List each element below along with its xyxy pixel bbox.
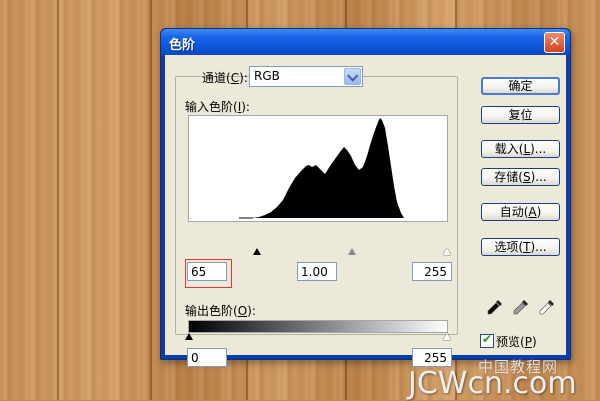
input-gamma-field[interactable]: 1.00	[297, 262, 337, 281]
dropdown-arrow-icon[interactable]	[344, 68, 361, 85]
input-black-field[interactable]: 65	[187, 262, 227, 281]
load-button[interactable]: 载入(L)...	[481, 140, 560, 158]
dialog-title: 色阶	[169, 38, 196, 53]
plank-seam	[57, 0, 59, 400]
channel-select[interactable]: RGB	[249, 66, 363, 87]
input-black-slider[interactable]	[253, 248, 261, 255]
save-button[interactable]: 存储(S)...	[481, 168, 560, 186]
white-eyedropper-icon[interactable]	[539, 299, 555, 315]
input-gamma-slider[interactable]	[348, 248, 356, 255]
close-button[interactable]: ✕	[544, 32, 565, 53]
input-levels-label: 输入色阶(I):	[185, 100, 250, 114]
dialog-client: 通道(C): RGB 输入色阶(I): 65 1.00 255 输出色阶(O):	[165, 55, 566, 367]
auto-button[interactable]: 自动(A)	[481, 203, 560, 221]
output-levels-label: 输出色阶(O):	[185, 304, 256, 318]
ok-button[interactable]: 确定	[481, 77, 560, 95]
channel-value: RGB	[254, 69, 280, 83]
output-black-slider[interactable]	[185, 333, 193, 340]
gray-eyedropper-icon[interactable]	[513, 299, 529, 315]
output-white-field[interactable]: 255	[412, 348, 452, 367]
checkmark-icon: ✔	[482, 332, 493, 346]
watermark-text: JCWcn.com	[408, 366, 577, 401]
output-black-field[interactable]: 0	[187, 348, 227, 367]
title-bar[interactable]: 色阶 ✕	[161, 29, 570, 55]
input-white-slider[interactable]	[443, 248, 451, 255]
levels-dialog: 色阶 ✕ 通道(C): RGB 输入色阶(I): 65 1.00 255 输出色…	[160, 28, 571, 367]
output-gradient-bar	[188, 320, 448, 333]
histogram-shape	[253, 118, 404, 218]
reset-button[interactable]: 复位	[481, 106, 560, 124]
output-white-slider[interactable]	[443, 333, 451, 340]
options-button[interactable]: 选项(T)...	[481, 238, 560, 256]
close-icon: ✕	[548, 34, 561, 50]
histogram	[188, 115, 448, 222]
plank-seam	[150, 0, 152, 400]
black-eyedropper-icon[interactable]	[487, 299, 503, 315]
channel-label: 通道(C):	[202, 71, 248, 85]
histogram-graph	[239, 118, 404, 219]
input-white-field[interactable]: 255	[412, 262, 452, 281]
preview-checkbox[interactable]: ✔	[480, 332, 494, 348]
preview-label[interactable]: 预览(P)	[496, 333, 537, 350]
